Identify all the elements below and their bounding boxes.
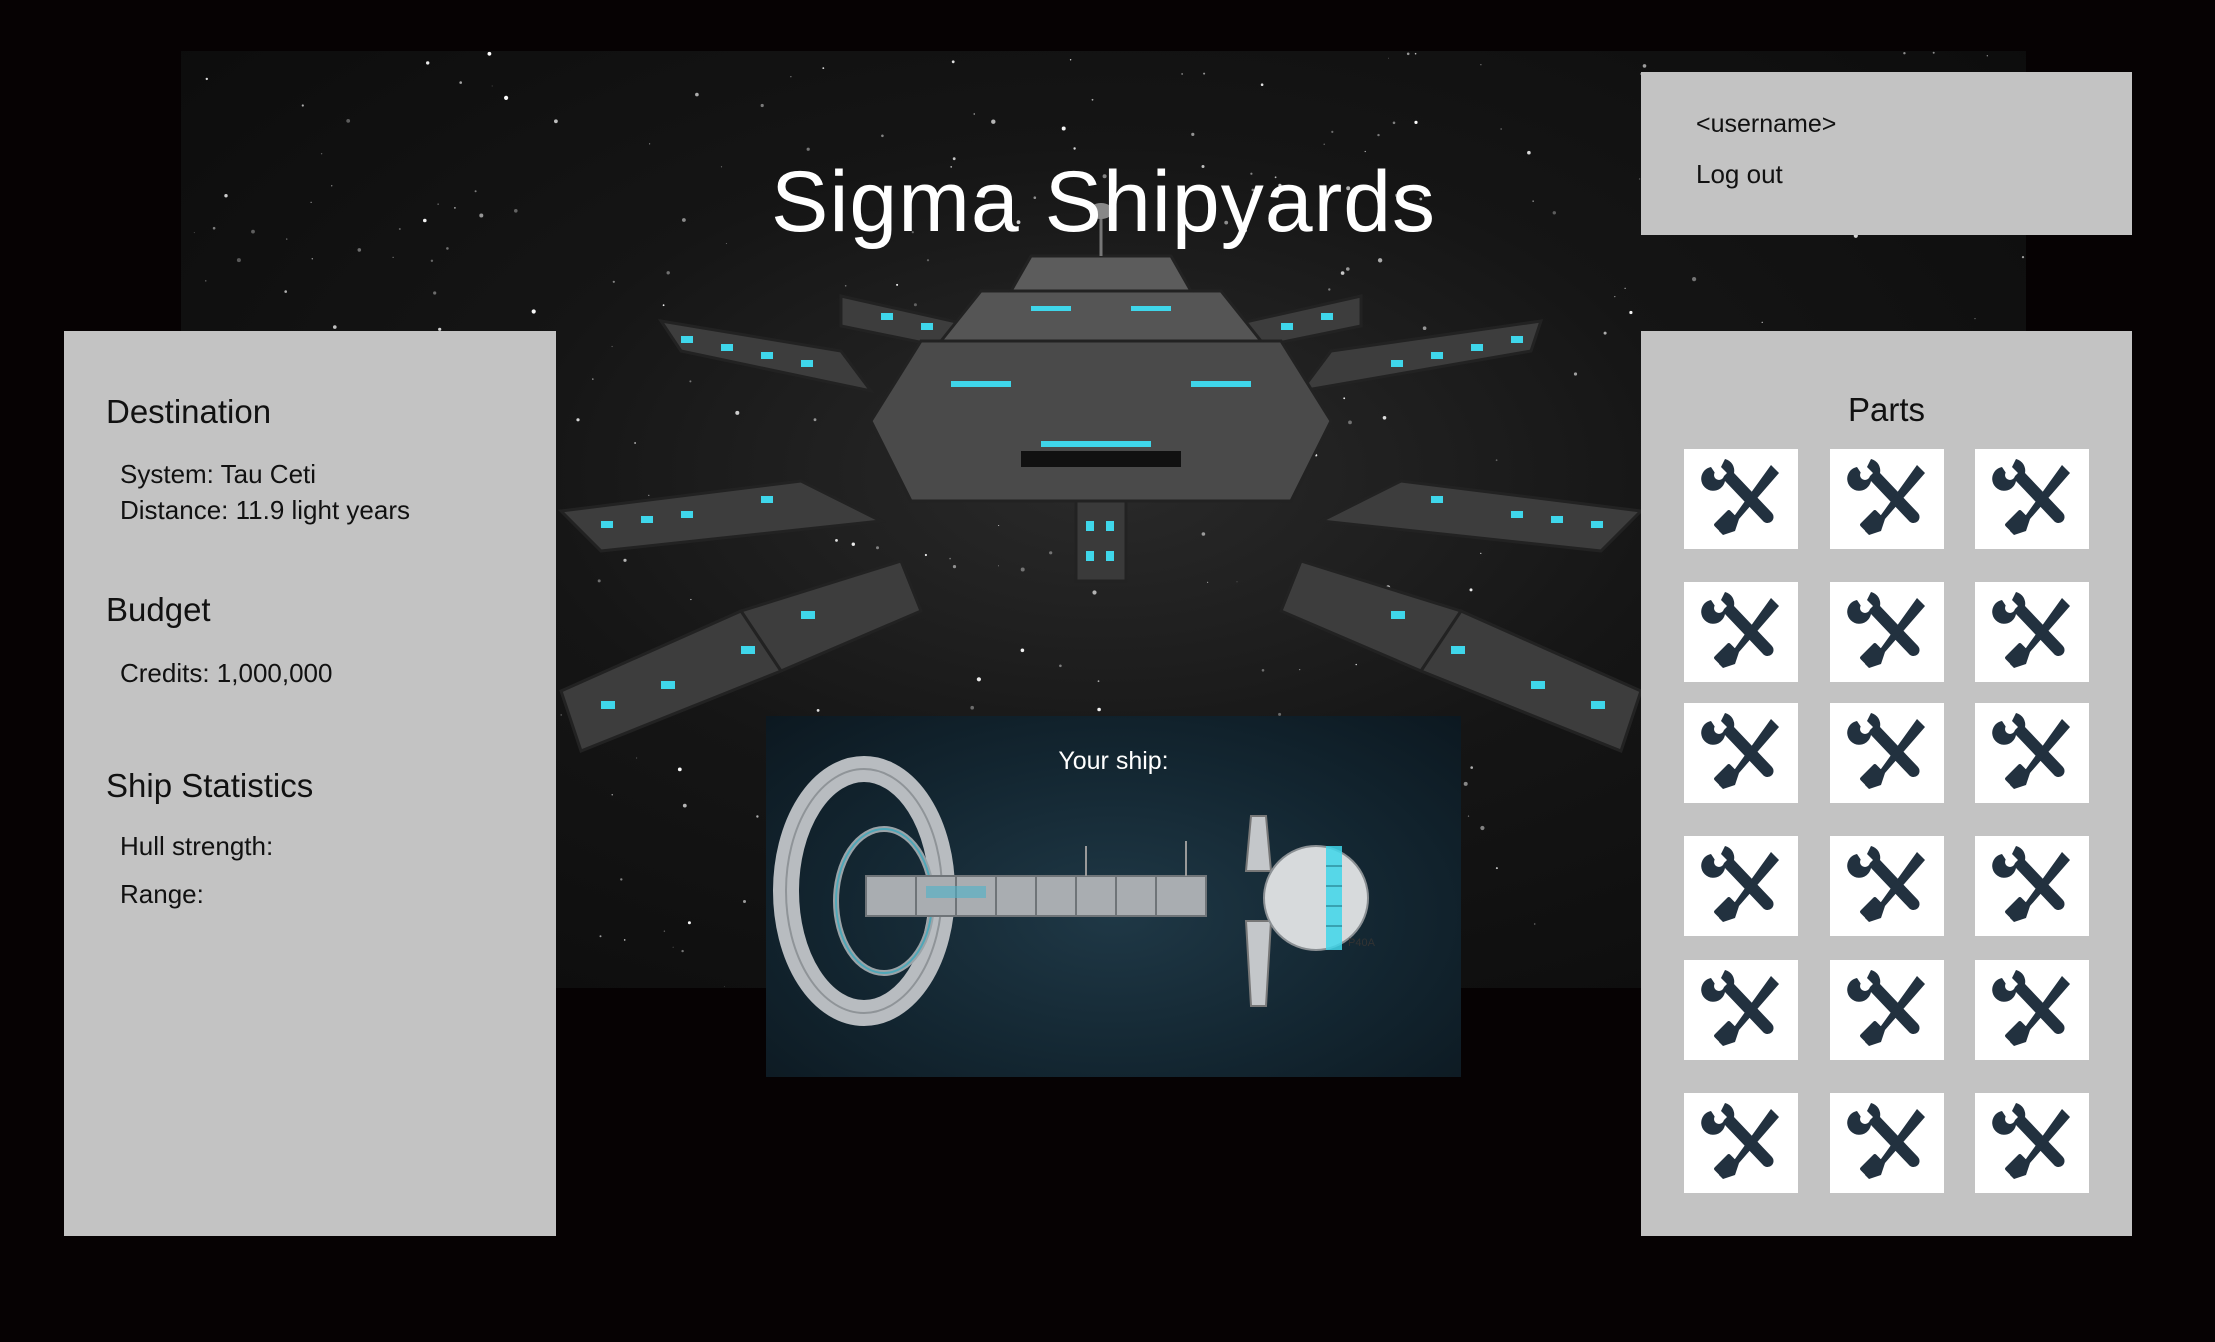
part-slot[interactable] (1830, 449, 1944, 549)
mission-info-panel: Destination System: Tau Ceti Distance: 1… (64, 331, 556, 1236)
part-slot[interactable] (1830, 703, 1944, 803)
part-slot[interactable] (1684, 1093, 1798, 1193)
part-slot[interactable] (1684, 449, 1798, 549)
tools-icon (1693, 588, 1789, 676)
tools-icon (1984, 842, 2080, 930)
part-slot[interactable] (1975, 960, 2089, 1060)
tools-icon (1839, 588, 1935, 676)
tools-icon (1984, 966, 2080, 1054)
part-slot[interactable] (1684, 960, 1798, 1060)
part-slot[interactable] (1975, 449, 2089, 549)
part-slot[interactable] (1975, 836, 2089, 936)
part-slot[interactable] (1975, 703, 2089, 803)
ship-label: Your ship: (1058, 747, 1169, 775)
tools-icon (1984, 455, 2080, 543)
destination-system: System: Tau Ceti (120, 459, 317, 489)
range-stat: Range: (120, 879, 204, 909)
tools-icon (1693, 455, 1789, 543)
hull-marking: P40A (1348, 937, 1376, 949)
ship-preview: P40A Your ship: (766, 716, 1461, 1077)
budget-heading: Budget (106, 591, 211, 628)
part-slot[interactable] (1830, 582, 1944, 682)
tools-icon (1984, 588, 2080, 676)
tools-icon (1839, 1099, 1935, 1187)
tools-icon (1984, 1099, 2080, 1187)
tools-icon (1693, 709, 1789, 797)
destination-heading: Destination (106, 393, 272, 430)
destination-distance: Distance: 11.9 light years (120, 495, 410, 525)
part-slot[interactable] (1684, 703, 1798, 803)
budget-credits: Credits: 1,000,000 (120, 658, 333, 688)
tools-icon (1839, 455, 1935, 543)
part-slot[interactable] (1684, 582, 1798, 682)
username-label: <username> (1696, 110, 1837, 138)
part-slot[interactable] (1830, 836, 1944, 936)
user-panel: <username> Log out (1641, 72, 2132, 235)
tools-icon (1839, 966, 1935, 1054)
logout-button[interactable]: Log out (1696, 159, 1783, 190)
tools-icon (1839, 842, 1935, 930)
part-slot[interactable] (1975, 582, 2089, 682)
part-slot[interactable] (1975, 1093, 2089, 1193)
tools-icon (1693, 966, 1789, 1054)
tools-icon (1693, 842, 1789, 930)
part-slot[interactable] (1830, 960, 1944, 1060)
tools-icon (1984, 709, 2080, 797)
ship-statistics-heading: Ship Statistics (106, 767, 314, 804)
tools-icon (1693, 1099, 1789, 1187)
hull-strength-stat: Hull strength: (120, 831, 274, 861)
parts-heading: Parts (1847, 391, 1926, 428)
part-slot[interactable] (1684, 836, 1798, 936)
part-slot[interactable] (1830, 1093, 1944, 1193)
parts-panel: Parts (1641, 331, 2132, 1236)
tools-icon (1839, 709, 1935, 797)
